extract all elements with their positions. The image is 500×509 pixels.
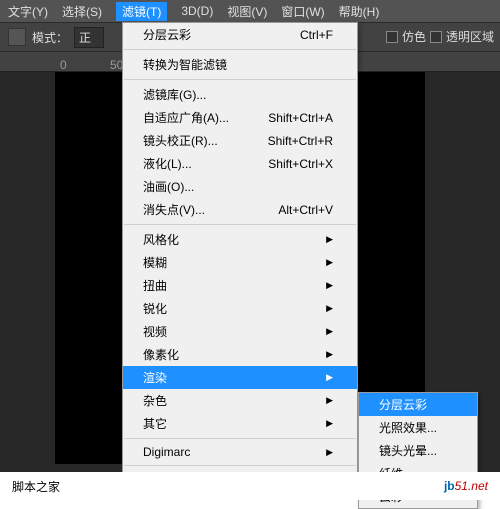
menu-item-label: 分层云彩 (379, 396, 427, 413)
menu-item-label: 视频 (143, 323, 167, 340)
site-name: 脚本之家 (12, 478, 60, 495)
menu-item-shortcut: Ctrl+F (300, 28, 333, 42)
menu-item-label: 扭曲 (143, 277, 167, 294)
menu-item-shortcut: Shift+Ctrl+X (268, 157, 333, 171)
menu-item-label: 镜头光晕... (379, 442, 437, 459)
menu-view[interactable]: 视图(V) (227, 3, 267, 20)
menu-item-noise[interactable]: 杂色 ▶ (123, 389, 357, 412)
submenu-arrow-icon: ▶ (326, 372, 333, 383)
menu-item-adaptive-wide-angle[interactable]: 自适应广角(A)... Shift+Ctrl+A (123, 106, 357, 129)
menu-separator (124, 438, 356, 439)
menu-select[interactable]: 选择(S) (62, 3, 102, 20)
menu-help[interactable]: 帮助(H) (339, 3, 380, 20)
menu-item-liquify[interactable]: 液化(L)... Shift+Ctrl+X (123, 152, 357, 175)
menu-item-label: 像素化 (143, 346, 179, 363)
menu-separator (124, 49, 356, 50)
tool-icon[interactable] (8, 28, 26, 46)
menu-item-shortcut: Shift+Ctrl+A (268, 111, 333, 125)
menubar: 文字(Y) 选择(S) 滤镜(T) 3D(D) 视图(V) 窗口(W) 帮助(H… (0, 0, 500, 22)
menu-item-label: 其它 (143, 415, 167, 432)
menu-item-shortcut: Shift+Ctrl+R (268, 134, 333, 148)
menu-item-label: 消失点(V)... (143, 201, 205, 218)
menu-item-label: 渲染 (143, 369, 167, 386)
menu-item-sharpen[interactable]: 锐化 ▶ (123, 297, 357, 320)
dither-label: 仿色 (402, 28, 426, 45)
submenu-arrow-icon: ▶ (326, 326, 333, 337)
menu-item-smart-filter[interactable]: 转换为智能滤镜 (123, 53, 357, 76)
submenu-arrow-icon: ▶ (326, 447, 333, 458)
app-window: 文字(Y) 选择(S) 滤镜(T) 3D(D) 视图(V) 窗口(W) 帮助(H… (0, 0, 500, 472)
menu-item-label: 转换为智能滤镜 (143, 56, 227, 73)
menu-item-oil-paint[interactable]: 油画(O)... (123, 175, 357, 198)
dither-checkbox[interactable] (386, 31, 398, 43)
menu-item-stylize[interactable]: 风格化 ▶ (123, 228, 357, 251)
transparency-checkbox[interactable] (430, 31, 442, 43)
menu-item-filter-gallery[interactable]: 滤镜库(G)... (123, 83, 357, 106)
submenu-arrow-icon: ▶ (326, 349, 333, 360)
logo-suffix: 51.net (455, 479, 488, 493)
menu-item-shortcut: Alt+Ctrl+V (278, 203, 333, 217)
menu-item-pixelate[interactable]: 像素化 ▶ (123, 343, 357, 366)
submenu-arrow-icon: ▶ (326, 234, 333, 245)
menu-item-render[interactable]: 渲染 ▶ (123, 366, 357, 389)
submenu-arrow-icon: ▶ (326, 280, 333, 291)
transparency-label: 透明区域 (446, 28, 494, 45)
submenu-item-difference-clouds[interactable]: 分层云彩 (359, 393, 477, 416)
ruler-tick: 0 (60, 58, 67, 72)
menu-item-label: 模糊 (143, 254, 167, 271)
menu-text[interactable]: 文字(Y) (8, 3, 48, 20)
menu-separator (124, 465, 356, 466)
menu-item-video[interactable]: 视频 ▶ (123, 320, 357, 343)
menu-window[interactable]: 窗口(W) (281, 3, 324, 20)
mode-label: 模式： (32, 29, 68, 46)
menu-item-label: 光照效果... (379, 419, 437, 436)
menu-item-last-filter[interactable]: 分层云彩 Ctrl+F (123, 23, 357, 46)
logo-prefix: jb (444, 479, 455, 493)
menu-item-lens-correction[interactable]: 镜头校正(R)... Shift+Ctrl+R (123, 129, 357, 152)
mode-dropdown[interactable]: 正 (74, 27, 104, 48)
submenu-arrow-icon: ▶ (326, 303, 333, 314)
menu-item-digimarc[interactable]: Digimarc ▶ (123, 442, 357, 462)
menu-item-blur[interactable]: 模糊 ▶ (123, 251, 357, 274)
menu-item-vanishing-point[interactable]: 消失点(V)... Alt+Ctrl+V (123, 198, 357, 221)
menu-item-label: 滤镜库(G)... (143, 86, 206, 103)
submenu-item-lighting-effects[interactable]: 光照效果... (359, 416, 477, 439)
site-logo: jb51.net (444, 477, 488, 495)
menu-item-label: 液化(L)... (143, 155, 192, 172)
menu-filter[interactable]: 滤镜(T) (116, 2, 167, 21)
menu-item-label: 锐化 (143, 300, 167, 317)
submenu-arrow-icon: ▶ (326, 418, 333, 429)
submenu-arrow-icon: ▶ (326, 257, 333, 268)
submenu-arrow-icon: ▶ (326, 395, 333, 406)
menu-separator (124, 224, 356, 225)
menu-item-label: 自适应广角(A)... (143, 109, 229, 126)
menu-separator (124, 79, 356, 80)
watermark-footer: 脚本之家 jb51.net (0, 472, 500, 500)
menu-item-distort[interactable]: 扭曲 ▶ (123, 274, 357, 297)
menu-item-other[interactable]: 其它 ▶ (123, 412, 357, 435)
menu-item-label: 油画(O)... (143, 178, 194, 195)
menu-item-label: Digimarc (143, 445, 190, 459)
menu-item-label: 镜头校正(R)... (143, 132, 218, 149)
menu-item-label: 分层云彩 (143, 26, 191, 43)
menu-item-label: 杂色 (143, 392, 167, 409)
filter-menu: 分层云彩 Ctrl+F 转换为智能滤镜 滤镜库(G)... 自适应广角(A)..… (122, 22, 358, 493)
menu-3d[interactable]: 3D(D) (181, 4, 213, 18)
menu-item-label: 风格化 (143, 231, 179, 248)
submenu-item-lens-flare[interactable]: 镜头光晕... (359, 439, 477, 462)
options-right: 仿色 透明区域 (386, 28, 494, 45)
